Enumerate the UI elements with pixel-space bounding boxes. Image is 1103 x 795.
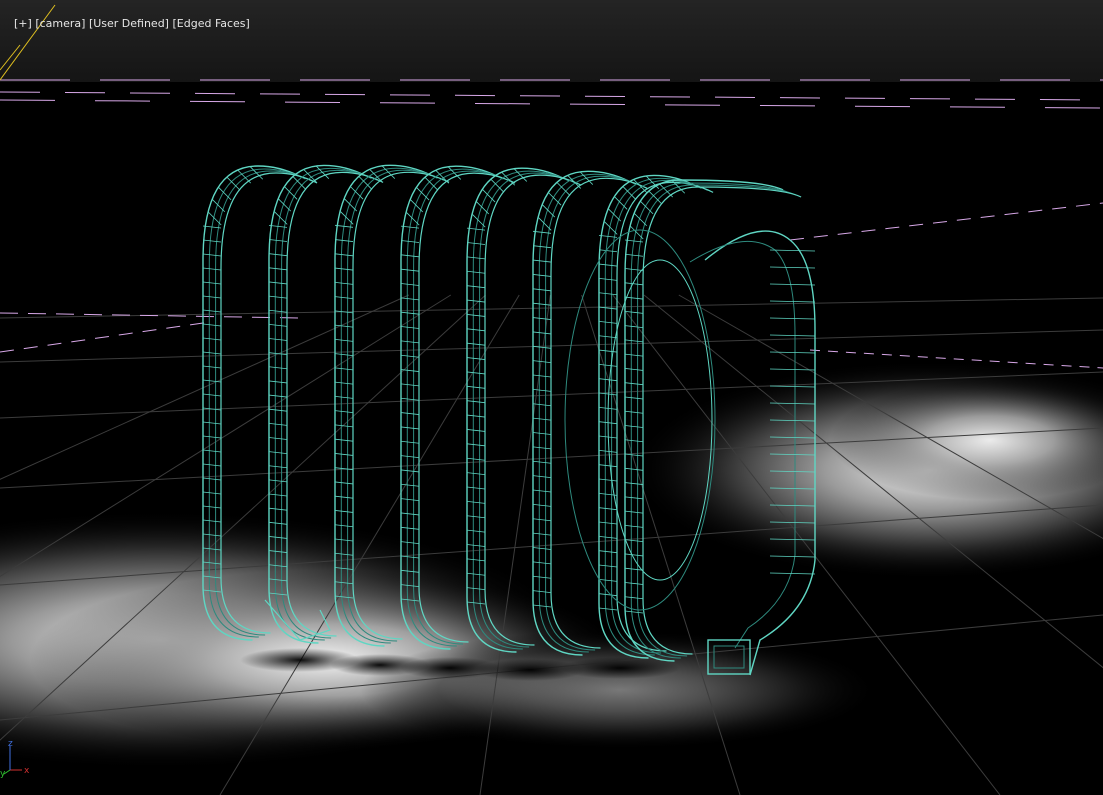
viewport-label-menu: [+] [camera] [User Defined] [Edged Faces… xyxy=(0,0,250,30)
axis-tripod-icon: x y z xyxy=(0,740,30,779)
y-axis-label: y xyxy=(0,769,6,779)
x-axis-label: x xyxy=(24,766,30,776)
camera-viewport[interactable]: [+] [camera] [User Defined] [Edged Faces… xyxy=(0,0,1103,795)
viewport-menu-camera[interactable]: [camera] xyxy=(35,17,85,30)
viewport-menu-shading[interactable]: [User Defined] xyxy=(89,17,169,30)
viewport-menu-plus[interactable]: [+] xyxy=(14,17,32,30)
viewport-scene[interactable] xyxy=(0,0,1103,795)
z-axis-label: z xyxy=(8,740,13,749)
viewport-menu-display[interactable]: [Edged Faces] xyxy=(172,17,249,30)
